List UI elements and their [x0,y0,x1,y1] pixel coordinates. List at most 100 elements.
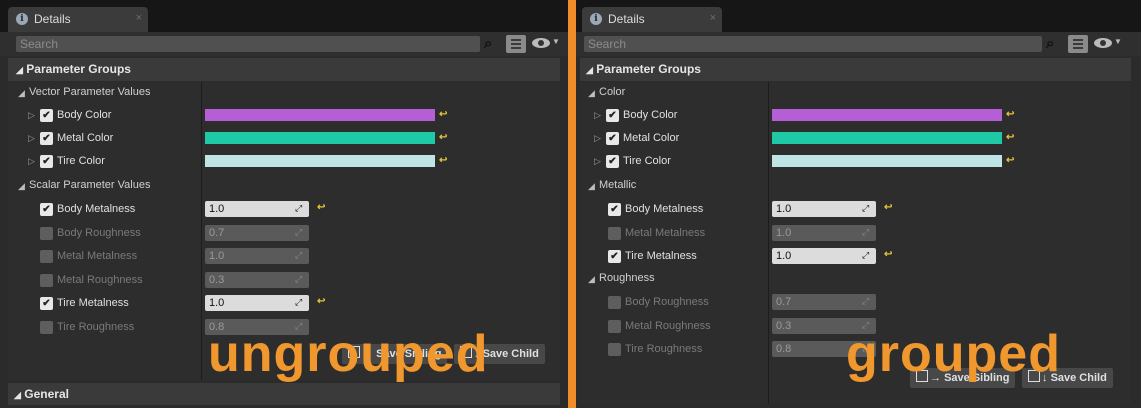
numeric-drag-icon: ⤢ [295,250,303,260]
value-text: 1.0 [776,250,792,262]
reset-to-default-icon[interactable]: ↩ [1006,132,1014,143]
checkbox[interactable]: ✔ [40,132,53,145]
collapse-arrow-icon: ◢ [586,65,593,75]
checkbox[interactable]: ✔ [608,203,621,216]
numeric-drag-icon[interactable]: ⤢ [295,204,303,213]
checkbox[interactable] [608,319,621,333]
collapse-arrow-icon[interactable]: ◢ [18,181,25,192]
color-swatch[interactable] [772,132,1002,144]
column-splitter[interactable] [201,82,202,380]
eye-icon[interactable] [532,38,550,48]
numeric-drag-icon[interactable]: ⤢ [862,204,870,213]
group-header[interactable]: Metallic [599,179,636,191]
group-header[interactable]: Scalar Parameter Values [29,179,150,191]
parameter-groups-header[interactable]: ◢ Parameter Groups [8,58,560,81]
expand-arrow-icon[interactable]: ▷ [594,133,601,144]
reset-to-default-icon[interactable]: ↩ [1006,155,1014,166]
checkbox[interactable] [40,273,53,287]
chevron-down-icon[interactable]: ▼ [1114,37,1122,46]
expand-arrow-icon[interactable]: ▷ [28,156,35,167]
group-header[interactable]: Roughness [599,272,655,284]
close-icon[interactable]: × [710,12,716,24]
group-header[interactable]: Vector Parameter Values [29,86,150,98]
checkbox[interactable]: ✔ [606,155,619,168]
value-text: 1.0 [776,226,792,239]
collapse-arrow-icon[interactable]: ◢ [588,88,595,99]
details-panel-ungrouped: i Details × Search ⌕ ▼ ◢ Parameter Group… [0,0,568,408]
tab-details[interactable]: i Details × [582,7,722,32]
value-text: 1.0 [209,297,225,309]
group-header[interactable]: Color [599,86,625,98]
grid-view-icon[interactable] [506,35,526,53]
checkbox[interactable]: ✔ [608,250,621,263]
color-swatch[interactable] [205,155,435,167]
checkbox[interactable]: ✔ [606,109,619,122]
reset-to-default-icon[interactable]: ↩ [439,132,447,143]
reset-to-default-icon[interactable]: ↩ [884,202,892,213]
checkbox[interactable] [608,296,621,309]
checkbox[interactable]: ✔ [40,297,53,310]
parameter-label: Metal Roughness [57,273,143,286]
general-title: General [24,387,69,401]
reset-to-default-icon[interactable]: ↩ [439,155,447,166]
parameter-groups-header[interactable]: ◢ Parameter Groups [580,58,1131,81]
collapse-arrow-icon[interactable]: ◢ [588,274,595,285]
tab-details[interactable]: i Details × [8,7,148,32]
checkbox[interactable]: ✔ [40,109,53,122]
collapse-arrow-icon[interactable]: ◢ [18,88,25,99]
value-text: 0.8 [776,343,792,355]
grid-view-icon[interactable] [1068,35,1088,53]
close-icon[interactable]: × [136,12,142,24]
search-input[interactable]: Search [584,36,1042,52]
expand-arrow-icon[interactable]: ▷ [28,133,35,144]
value-input[interactable]: 1.0 ⤢ [205,201,309,217]
parameter-label: Metal Roughness [625,319,711,332]
checkbox[interactable] [608,226,621,240]
details-info-icon: i [590,13,602,25]
reset-to-default-icon[interactable]: ↩ [1006,109,1014,120]
overlay-label-grouped: grouped [846,325,1061,383]
checkbox[interactable]: ✔ [40,203,53,216]
eye-icon[interactable] [1094,38,1112,48]
value-text: 1.0 [776,203,792,215]
column-splitter[interactable] [768,82,769,404]
checkbox[interactable] [40,250,53,263]
search-icon[interactable]: ⌕ [484,36,500,52]
expand-arrow-icon[interactable]: ▷ [28,110,35,121]
collapse-arrow-icon[interactable]: ◢ [588,181,595,192]
color-swatch[interactable] [205,109,435,121]
parameter-label: Metal Metalness [57,250,138,262]
checkbox[interactable]: ✔ [40,155,53,168]
parameter-label: Body Roughness [57,226,141,239]
checkbox[interactable]: ✔ [606,132,619,145]
reset-to-default-icon[interactable]: ↩ [439,109,447,120]
numeric-drag-icon[interactable]: ⤢ [862,251,870,260]
expand-arrow-icon[interactable]: ▷ [594,156,601,167]
numeric-drag-icon[interactable]: ⤢ [295,298,303,307]
value-input[interactable]: 1.0 ⤢ [772,201,876,217]
search-icon[interactable]: ⌕ [1046,36,1062,52]
numeric-drag-icon: ⤢ [862,296,870,306]
value-input[interactable]: 1.0 ⤢ [772,248,876,264]
reset-to-default-icon[interactable]: ↩ [884,249,892,260]
value-input[interactable]: 1.0 ⤢ [205,295,309,311]
search-row: Search ⌕ ▼ [0,32,568,56]
search-input[interactable]: Search [16,36,480,52]
collapse-arrow-icon: ◢ [16,65,23,75]
parameter-label: Metal Metalness [625,226,706,239]
color-swatch[interactable] [772,155,1002,167]
checkbox[interactable] [40,320,53,334]
parameter-label: Body Roughness [625,296,709,308]
reset-to-default-icon[interactable]: ↩ [317,202,325,213]
color-swatch[interactable] [205,132,435,144]
general-header[interactable]: ◢ General [8,383,560,405]
checkbox[interactable] [608,343,621,356]
color-swatch[interactable] [772,109,1002,121]
chevron-down-icon[interactable]: ▼ [552,37,560,46]
reset-to-default-icon[interactable]: ↩ [317,296,325,307]
value-text: 0.7 [209,226,225,239]
checkbox[interactable] [40,226,53,240]
expand-arrow-icon[interactable]: ▷ [594,110,601,121]
search-row: Search ⌕ ▼ [576,32,1141,56]
accent-divider [568,0,576,408]
